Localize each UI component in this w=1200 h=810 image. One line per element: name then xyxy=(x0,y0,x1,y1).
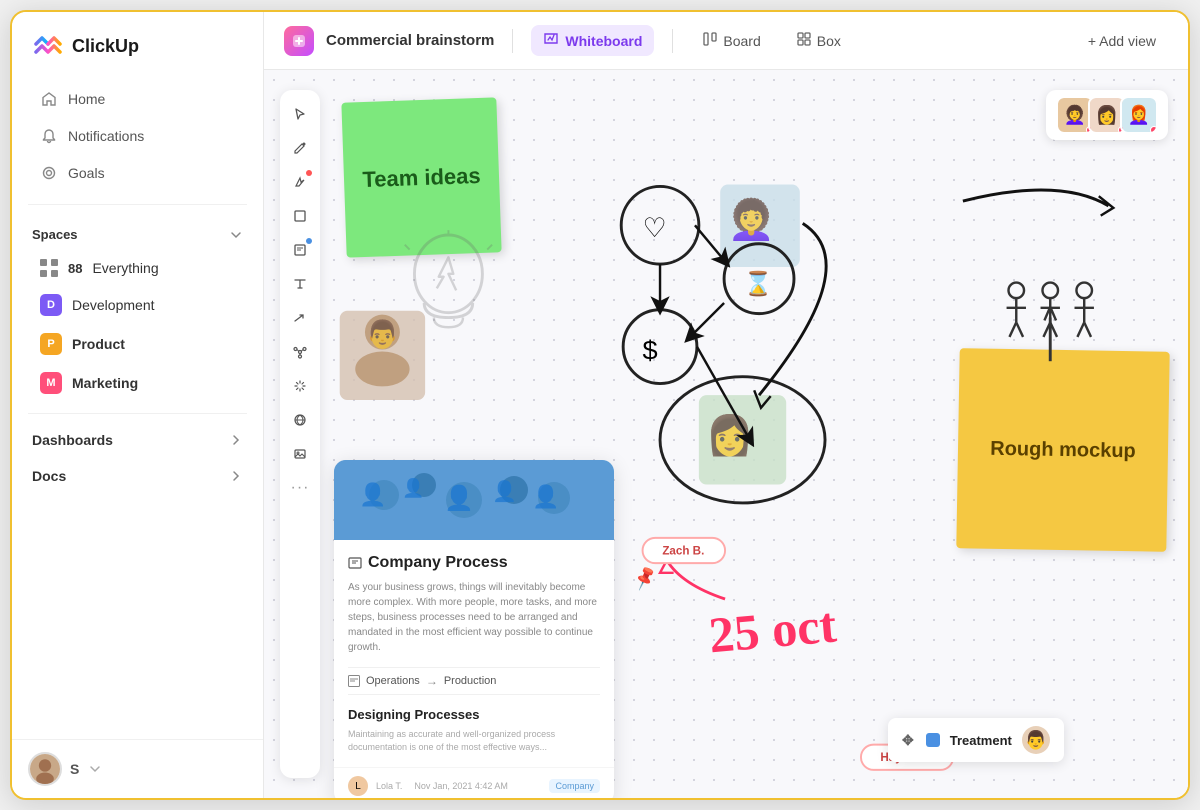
clickup-logo-icon xyxy=(32,30,64,62)
svg-text:$: $ xyxy=(643,334,658,365)
bell-icon xyxy=(40,127,58,145)
tab-box[interactable]: Box xyxy=(785,26,853,55)
whiteboard-toolbar: ··· xyxy=(280,90,320,778)
board-tab-icon xyxy=(703,32,717,49)
card-description: As your business grows, things will inev… xyxy=(348,580,600,655)
active-users-avatars: 👩‍🦱 👩 👩‍🦰 xyxy=(1046,90,1168,140)
arrow-tool[interactable] xyxy=(284,302,316,334)
card-header-illustration: 👤 👤 👤 👤 👤 xyxy=(334,460,614,540)
card-footer: L Lola T. Nov Jan, 2021 4:42 AM Company xyxy=(334,767,614,798)
user-footer[interactable]: S xyxy=(12,739,263,798)
header-divider xyxy=(512,29,513,53)
svg-text:👤: 👤 xyxy=(402,477,424,498)
network-tool[interactable] xyxy=(284,336,316,368)
image-tool[interactable] xyxy=(284,438,316,470)
pencil-plus-tool[interactable] xyxy=(284,132,316,164)
whiteboard-tab-icon xyxy=(543,31,559,50)
breadcrumb-title: Commercial brainstorm xyxy=(326,32,494,49)
company-process-card[interactable]: 👤 👤 👤 👤 👤 Company Process As your busine… xyxy=(334,460,614,798)
header: Commercial brainstorm Whiteboard Board xyxy=(264,12,1188,70)
chevron-right-icon-docs xyxy=(229,469,243,483)
svg-text:♡: ♡ xyxy=(643,212,667,243)
cursor-tool[interactable] xyxy=(284,98,316,130)
tab-whiteboard[interactable]: Whiteboard xyxy=(531,25,654,56)
sidebar-item-development[interactable]: D Development xyxy=(20,286,255,324)
square-tool[interactable] xyxy=(284,200,316,232)
pin-icon: 📌 xyxy=(631,565,659,592)
sidebar-item-home[interactable]: Home xyxy=(20,81,255,117)
treatment-avatar: 👨 xyxy=(1022,726,1050,754)
sidebar: ClickUp Home Notifications Goals xyxy=(12,12,264,798)
card-subtext: Maintaining as accurate and well-organiz… xyxy=(348,728,600,753)
add-view-button[interactable]: + Add view xyxy=(1076,27,1168,55)
move-cursor-icon: ✥ xyxy=(902,732,914,749)
main-nav: Home Notifications Goals xyxy=(12,76,263,196)
development-space-icon: D xyxy=(40,294,62,316)
card-author-avatar: L xyxy=(348,776,368,796)
sparkle-tool[interactable] xyxy=(284,370,316,402)
sticky-note-green[interactable]: Team ideas xyxy=(341,97,501,257)
main-content: Commercial brainstorm Whiteboard Board xyxy=(264,12,1188,798)
more-tools[interactable]: ··· xyxy=(284,472,316,504)
svg-text:👩: 👩 xyxy=(706,413,754,458)
marketing-space-icon: M xyxy=(40,372,62,394)
card-subtitle: Designing Processes xyxy=(348,707,600,722)
card-flow: Operations → Production xyxy=(348,667,600,695)
sidebar-item-docs[interactable]: Docs xyxy=(12,458,263,494)
chevron-down-icon[interactable] xyxy=(229,228,243,242)
spaces-header: Spaces xyxy=(12,213,263,248)
svg-text:👤: 👤 xyxy=(532,484,559,509)
header-divider-2 xyxy=(672,29,673,53)
chevron-right-icon xyxy=(229,433,243,447)
svg-text:👤: 👤 xyxy=(492,479,517,503)
everything-icon xyxy=(40,259,58,277)
svg-text:25 oct: 25 oct xyxy=(707,596,839,663)
sidebar-item-notifications[interactable]: Notifications xyxy=(20,118,255,154)
avatar-user-3: 👩‍🦰 xyxy=(1120,96,1158,134)
product-space-icon: P xyxy=(40,333,62,355)
whiteboard-canvas[interactable]: ··· Team ideas Rough mockup 👩‍🦱 👩 xyxy=(264,70,1188,798)
sidebar-item-everything[interactable]: 88 Everything xyxy=(20,251,255,285)
svg-text:👤: 👤 xyxy=(359,482,386,507)
logo[interactable]: ClickUp xyxy=(12,12,263,76)
sidebar-item-marketing[interactable]: M Marketing xyxy=(20,364,255,402)
user-menu-chevron-icon xyxy=(89,763,101,775)
target-icon xyxy=(40,164,58,182)
pen-tool[interactable] xyxy=(284,166,316,198)
svg-text:⌛: ⌛ xyxy=(744,269,773,297)
app-name: ClickUp xyxy=(72,36,139,57)
user-avatar xyxy=(28,752,62,786)
note-tool[interactable] xyxy=(284,234,316,266)
sidebar-item-dashboards[interactable]: Dashboards xyxy=(12,422,263,458)
card-title: Company Process xyxy=(348,554,600,572)
globe-tool[interactable] xyxy=(284,404,316,436)
svg-text:Zach B.: Zach B. xyxy=(662,544,704,557)
home-icon xyxy=(40,90,58,108)
svg-text:👤: 👤 xyxy=(444,484,474,512)
svg-text:👨: 👨 xyxy=(366,319,400,350)
svg-text:👩‍🦱: 👩‍🦱 xyxy=(727,196,775,242)
sidebar-item-goals[interactable]: Goals xyxy=(20,155,255,191)
spaces-list: 88 Everything D Development P Product M … xyxy=(12,248,263,405)
treatment-icon xyxy=(926,733,940,747)
card-body: Company Process As your business grows, … xyxy=(334,540,614,767)
text-tool[interactable] xyxy=(284,268,316,300)
tab-board[interactable]: Board xyxy=(691,26,772,55)
space-icon xyxy=(284,26,314,56)
sidebar-item-product[interactable]: P Product xyxy=(20,325,255,363)
box-tab-icon xyxy=(797,32,811,49)
treatment-card[interactable]: ✥ Treatment 👨 xyxy=(888,718,1064,762)
sticky-note-yellow[interactable]: Rough mockup xyxy=(956,348,1169,552)
